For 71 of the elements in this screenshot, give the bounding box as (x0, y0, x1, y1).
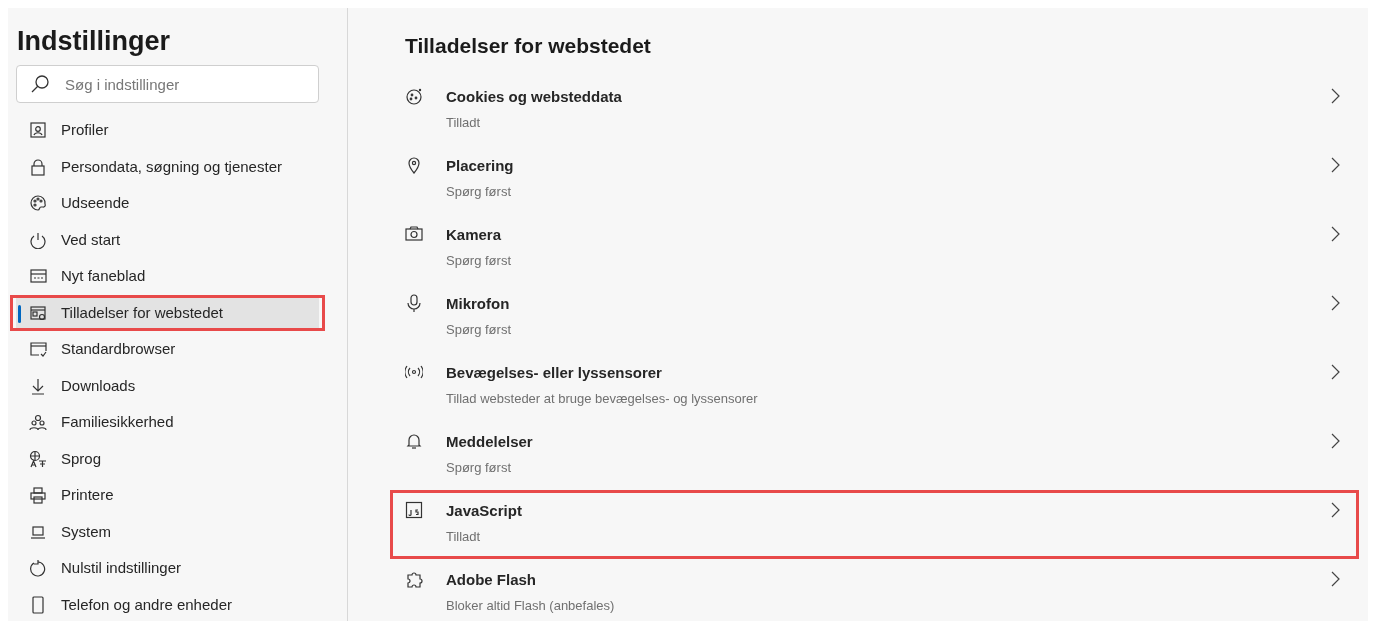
sidebar-item[interactable]: Tilladelser for webstedet (16, 297, 319, 328)
lock-icon (29, 157, 47, 176)
profile-icon (29, 121, 47, 140)
permission-name: Bevægelses- eller lyssensorer (446, 363, 663, 383)
permission-status: Spørg først (446, 459, 512, 477)
chevron-right-icon (1330, 88, 1340, 104)
search-field[interactable]: Søg i indstillinger (16, 65, 319, 103)
permission-status: Tilladt (446, 114, 482, 132)
permission-name: Cookies og websteddata (446, 87, 623, 107)
reset-icon (29, 559, 47, 578)
search-icon (30, 74, 50, 94)
chevron-right-icon (1330, 502, 1340, 518)
sidebar-item[interactable]: Udseende (16, 188, 319, 219)
chevron-right-icon (1330, 226, 1340, 242)
javascript-icon (405, 501, 423, 519)
permission-row[interactable]: Cookies og websteddata Tilladt (405, 79, 1344, 142)
permission-row[interactable]: JavaScript Tilladt (405, 493, 1344, 556)
power-icon (29, 230, 47, 249)
sidebar-item[interactable]: Nulstil indstillinger (16, 553, 319, 584)
sidebar-item[interactable]: Nyt faneblad (16, 261, 319, 292)
printer-icon (29, 486, 47, 505)
permission-name: Mikrofon (446, 294, 511, 314)
chevron-right-icon (1330, 364, 1340, 380)
sidebar-item[interactable]: Sprog (16, 443, 319, 474)
permission-name: Placering (446, 156, 515, 176)
permission-row[interactable]: Bevægelses- eller lyssensorer Tillad websteder at bruge bevægelses- og lyssensorer (405, 355, 1344, 418)
download-icon (29, 376, 47, 395)
permission-name: Meddelelser (446, 432, 534, 452)
new-tab-icon (29, 267, 47, 286)
bell-icon (405, 432, 423, 450)
palette-icon (29, 194, 47, 213)
sidebar-item[interactable]: Profiler (16, 115, 319, 146)
permission-row[interactable]: Adobe Flash Bloker altid Flash (anbefales) (405, 562, 1344, 621)
sidebar-item[interactable]: Standardbrowser (16, 334, 319, 365)
people-icon (29, 413, 47, 432)
puzzle-icon (405, 570, 423, 588)
phone-icon (29, 595, 47, 614)
permission-row[interactable]: Meddelelser Spørg først (405, 424, 1344, 487)
sidebar-title: Indstillinger (17, 25, 171, 58)
site-permissions-icon (29, 303, 47, 322)
location-pin-icon (405, 156, 423, 174)
permission-name: Adobe Flash (446, 570, 537, 590)
permission-row[interactable]: Placering Spørg først (405, 148, 1344, 211)
permission-name: Kamera (446, 225, 503, 245)
sidebar-item[interactable]: Downloads (16, 370, 319, 401)
permission-row[interactable]: Mikrofon Spørg først (405, 286, 1344, 349)
sidebar-item[interactable]: System (16, 516, 319, 547)
permission-status: Spørg først (446, 183, 512, 201)
chevron-right-icon (1330, 295, 1340, 311)
sidebar-item[interactable]: Persondata, søgning og tjenester (16, 151, 319, 182)
microphone-icon (405, 294, 423, 312)
permission-status: Bloker altid Flash (anbefales) (446, 597, 616, 615)
sidebar-item[interactable]: Ved start (16, 224, 319, 255)
sidebar-item[interactable]: Familiesikkerhed (16, 407, 319, 438)
permission-status: Tilladt (446, 528, 482, 546)
chevron-right-icon (1330, 157, 1340, 173)
permission-name: JavaScript (446, 501, 523, 521)
permission-status: Spørg først (446, 321, 512, 339)
sidebar-item[interactable]: Telefon og andre enheder (16, 589, 319, 620)
camera-icon (405, 225, 423, 243)
permission-row[interactable]: Kamera Spørg først (405, 217, 1344, 280)
language-icon (29, 449, 47, 468)
permission-status: Tillad websteder at bruge bevægelses- og lyssensorer (446, 390, 759, 408)
browser-check-icon (29, 340, 47, 359)
permission-status: Spørg først (446, 252, 512, 270)
page-title: Tilladelser for webstedet (405, 33, 652, 59)
sidebar-item[interactable]: Printere (16, 480, 319, 511)
sensor-icon (405, 363, 423, 381)
cookie-icon (405, 87, 423, 105)
chevron-right-icon (1330, 571, 1340, 587)
chevron-right-icon (1330, 433, 1340, 449)
